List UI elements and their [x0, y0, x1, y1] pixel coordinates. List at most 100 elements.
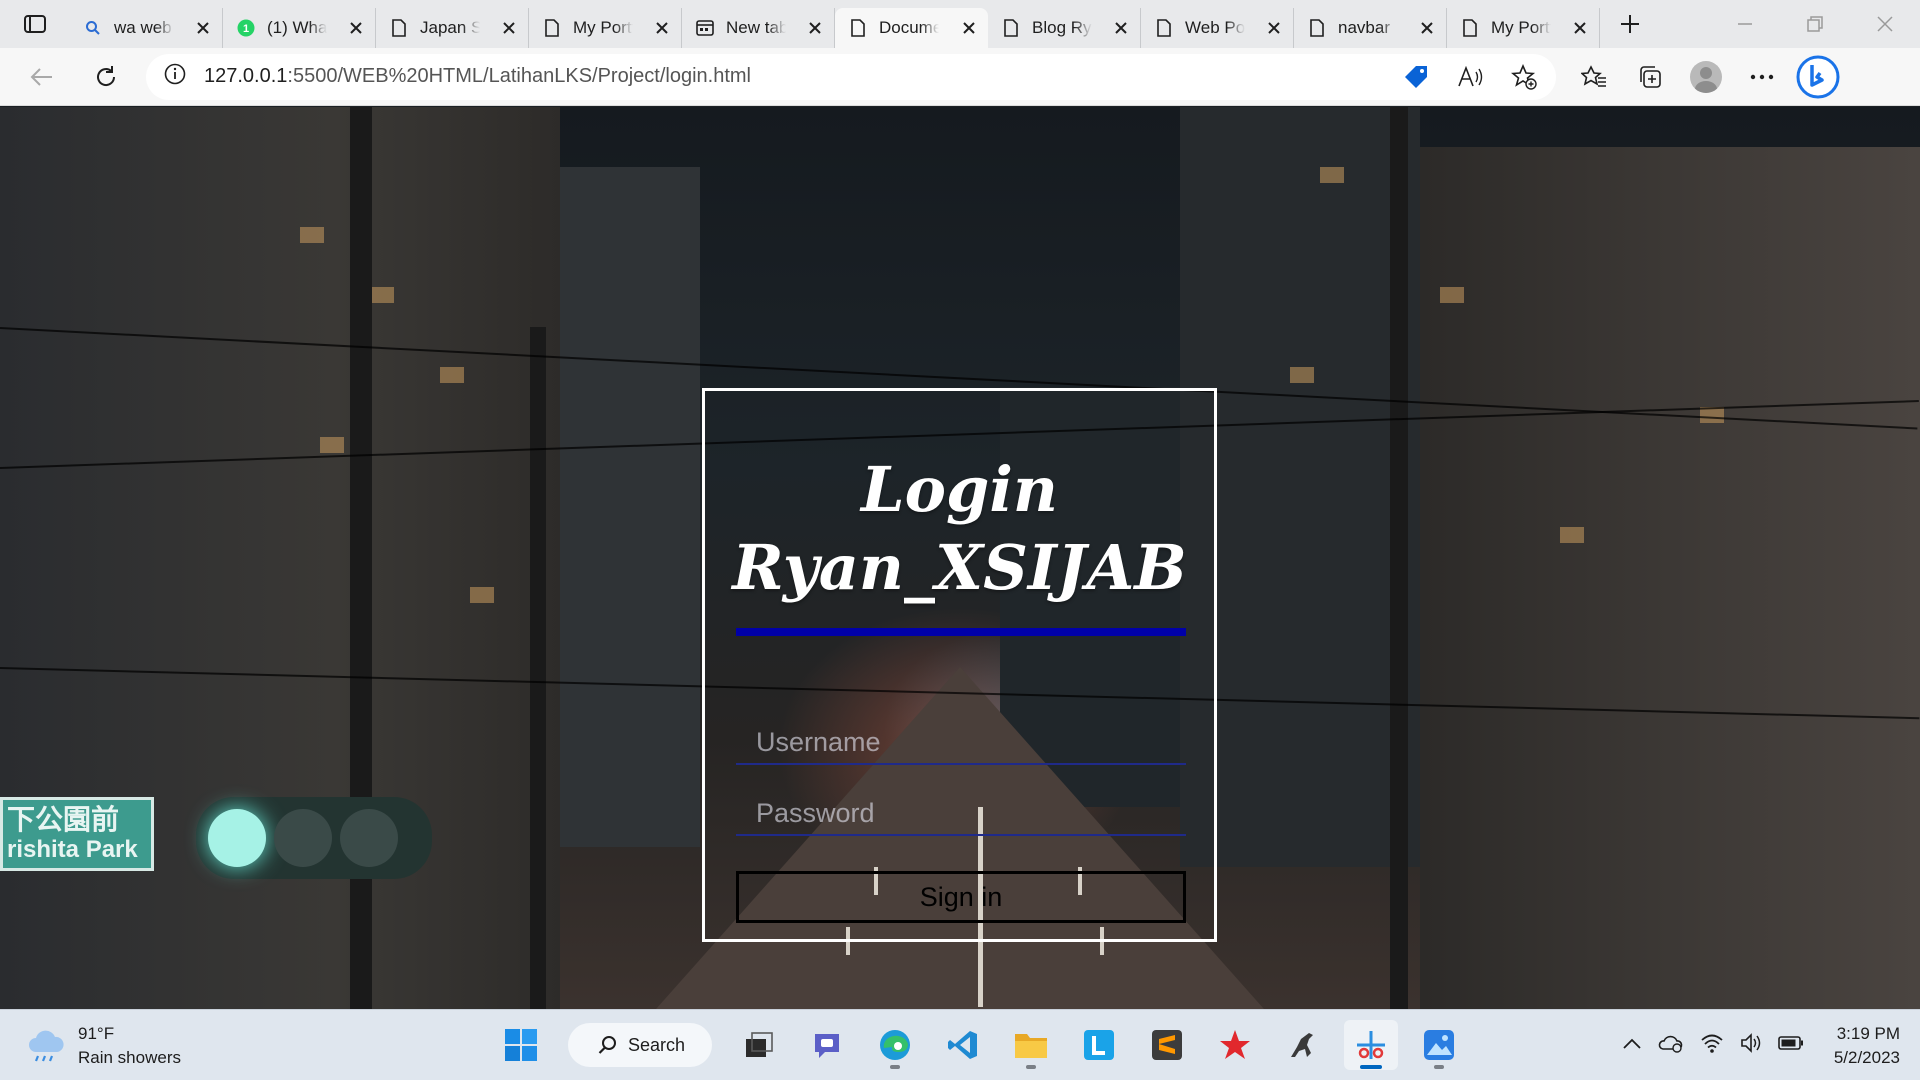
lit-window: [300, 227, 324, 243]
lit-window: [320, 437, 344, 453]
tab-japan[interactable]: Japan Street: [376, 8, 529, 48]
url-text[interactable]: 127.0.0.1:5500/WEB%20HTML/LatihanLKS/Pro…: [204, 65, 751, 88]
sign-in-button[interactable]: Sign in: [736, 871, 1186, 923]
close-icon[interactable]: [1571, 19, 1589, 37]
browser-tab-strip: wa web 1 (1) WhatsApp Japan Street My Po…: [0, 0, 1920, 48]
rain-cloud-icon: [29, 1030, 64, 1062]
chevron-up-icon[interactable]: [1622, 1037, 1642, 1055]
tab-title: My Portfolio: [573, 18, 633, 37]
password-input[interactable]: [736, 792, 1186, 834]
restore-button[interactable]: [1780, 0, 1850, 48]
tab-navbar[interactable]: navbar: [1294, 8, 1447, 48]
favorites-icon[interactable]: [1572, 55, 1616, 99]
toolbar-right: [1572, 55, 1840, 99]
vscode-app[interactable]: [936, 1020, 990, 1070]
close-icon[interactable]: [653, 19, 671, 37]
l-app[interactable]: [1072, 1020, 1126, 1070]
tab-web-portfolio[interactable]: Web Portfolio: [1141, 8, 1294, 48]
add-favorite-icon[interactable]: [1502, 55, 1546, 99]
svg-text:1: 1: [243, 23, 249, 35]
page-icon: [1461, 19, 1479, 37]
tab-document-active[interactable]: Document: [835, 8, 988, 48]
close-icon[interactable]: [1112, 19, 1130, 37]
photos-app[interactable]: [1412, 1020, 1466, 1070]
sublime-text-app[interactable]: [1140, 1020, 1194, 1070]
task-view-app[interactable]: [732, 1020, 786, 1070]
tab-title: New tab: [726, 18, 786, 37]
title-underline: [736, 628, 1186, 636]
windows-taskbar: 91°F Rain showers Search 3:19 PM 5/2/202…: [0, 1009, 1920, 1080]
info-icon[interactable]: [164, 63, 186, 90]
taskbar-search[interactable]: Search: [568, 1023, 712, 1067]
tab-actions-icon: [24, 15, 46, 33]
vscode-icon: [948, 1031, 977, 1059]
tab-new-tab[interactable]: New tab: [682, 8, 835, 48]
red-star-app-icon: [1220, 1030, 1250, 1059]
tab-actions-button[interactable]: [0, 0, 70, 48]
weather-condition: Rain showers: [78, 1048, 181, 1067]
tab-title: My Portfolio: [1491, 18, 1551, 37]
file-explorer-app[interactable]: [1004, 1020, 1058, 1070]
back-button[interactable]: [20, 55, 64, 99]
restore-icon: [1807, 16, 1823, 32]
start-button[interactable]: [494, 1020, 548, 1070]
address-bar[interactable]: 127.0.0.1:5500/WEB%20HTML/LatihanLKS/Pro…: [146, 53, 1556, 100]
wifi-icon[interactable]: [1700, 1033, 1724, 1058]
tab-title: navbar: [1338, 18, 1390, 37]
close-icon[interactable]: [806, 19, 824, 37]
onedrive-icon[interactable]: [1658, 1033, 1684, 1058]
collections-icon[interactable]: [1628, 55, 1672, 99]
shopping-tag-icon[interactable]: [1394, 55, 1438, 99]
whatsapp-icon: 1: [237, 19, 255, 37]
utility-pole: [1390, 107, 1408, 1009]
profile-button[interactable]: [1684, 55, 1728, 99]
tab-whatsapp[interactable]: 1 (1) WhatsApp: [223, 8, 376, 48]
more-options-icon[interactable]: [1740, 55, 1784, 99]
close-icon[interactable]: [347, 19, 365, 37]
close-icon[interactable]: [1418, 19, 1436, 37]
back-arrow-icon: [30, 67, 52, 86]
l-app-icon: [1084, 1030, 1114, 1060]
lit-window: [470, 587, 494, 603]
teams-chat-app[interactable]: [800, 1020, 854, 1070]
traffic-lamp-green: [208, 809, 266, 867]
page-icon: [543, 19, 561, 37]
tab-title: Blog Ryan: [1032, 18, 1092, 37]
windows-logo-icon: [505, 1029, 537, 1061]
password-field: [736, 792, 1186, 836]
close-icon[interactable]: [500, 19, 518, 37]
dino-app[interactable]: [1276, 1020, 1330, 1070]
tab-blog-ryan[interactable]: Blog Ryan: [988, 8, 1141, 48]
taskbar-apps: Search: [494, 1020, 1466, 1070]
lit-window: [1290, 367, 1314, 383]
close-window-button[interactable]: [1850, 0, 1920, 48]
minimize-button[interactable]: [1710, 0, 1780, 48]
read-aloud-icon[interactable]: [1448, 55, 1492, 99]
close-icon[interactable]: [194, 19, 212, 37]
close-icon[interactable]: [1265, 19, 1283, 37]
edge-app[interactable]: [868, 1020, 922, 1070]
traffic-lamp: [340, 809, 398, 867]
page-icon: [849, 19, 867, 37]
tab-my-portfolio[interactable]: My Portfolio: [529, 8, 682, 48]
login-form: Login Ryan_XSIJAB Sign in: [702, 388, 1217, 942]
tab-title: Document: [879, 18, 939, 37]
snipping-tool-app[interactable]: [1344, 1020, 1398, 1070]
battery-icon[interactable]: [1778, 1036, 1804, 1055]
bing-chat-icon[interactable]: [1796, 55, 1840, 99]
close-icon[interactable]: [960, 19, 978, 37]
system-clock[interactable]: 3:19 PM 5/2/2023: [1834, 1022, 1900, 1070]
volume-icon[interactable]: [1740, 1033, 1762, 1058]
username-input[interactable]: [736, 721, 1186, 763]
red-tool-app[interactable]: [1208, 1020, 1262, 1070]
tab-my-portfolio-2[interactable]: My Portfolio: [1447, 8, 1600, 48]
weather-widget[interactable]: 91°F Rain showers: [26, 1022, 181, 1070]
new-tab-button[interactable]: [1608, 4, 1652, 44]
window-controls: [1710, 0, 1920, 48]
weather-temperature: 91°F: [78, 1024, 115, 1043]
tab-wa-web[interactable]: wa web: [70, 8, 223, 48]
refresh-button[interactable]: [84, 55, 128, 99]
login-title: Login Ryan_XSIJAB: [732, 453, 1187, 604]
folder-icon: [1015, 1034, 1047, 1058]
lit-window: [1560, 527, 1584, 543]
